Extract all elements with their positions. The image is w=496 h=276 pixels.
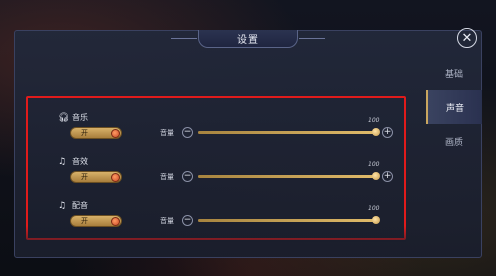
sfx-volume-decrease-button[interactable]: − [182,171,193,182]
voice-volume-thumb[interactable] [372,216,380,224]
tab-basic[interactable]: 基础 [426,56,482,90]
minus-icon: − [183,215,192,225]
music-volume-value: 100 [368,117,380,124]
voice-row: ♫ 配音 开 音量 − 100 [28,196,406,240]
music-note-icon: ♫ [58,200,67,211]
minus-icon: − [183,171,192,181]
plus-icon: + [383,171,392,181]
voice-volume-label: 音量 [160,217,174,225]
tab-sound[interactable]: 声音 [426,90,482,124]
sfx-label: 音效 [72,157,88,166]
music-volume-fill [198,131,376,134]
voice-volume-slider[interactable] [198,216,380,224]
sfx-volume-increase-button[interactable]: + [382,171,393,182]
close-icon: ✕ [461,30,473,46]
tab-graphics-label: 画质 [444,137,463,148]
tab-sound-label: 声音 [445,103,464,114]
music-volume-thumb[interactable] [372,128,380,136]
voice-volume-fill [198,219,376,222]
sound-settings-section: 🎧︎ 音乐 开 音量 − 100 + ♫ 音效 开 音量 − 100 + ♫ 配… [26,96,406,240]
music-header: 🎧︎ 音乐 [58,112,88,123]
voice-toggle[interactable]: 开 [70,215,122,227]
music-volume-increase-button[interactable]: + [382,127,393,138]
plus-icon: + [383,127,392,137]
music-toggle-label: 开 [81,129,88,137]
minus-icon: − [183,127,192,137]
music-row: 🎧︎ 音乐 开 音量 − 100 + [28,108,406,152]
tab-basic-label: 基础 [444,69,463,80]
music-toggle-knob [111,129,120,138]
voice-label: 配音 [72,201,88,210]
sfx-volume-value: 100 [368,161,380,168]
music-toggle[interactable]: 开 [70,127,122,139]
voice-header: ♫ 配音 [58,200,88,211]
sfx-toggle-knob [111,173,120,182]
sfx-volume-label: 音量 [160,173,174,181]
sfx-volume-thumb[interactable] [372,172,380,180]
music-volume-slider[interactable] [198,128,380,136]
sfx-volume-fill [198,175,376,178]
music-volume-label: 音量 [160,129,174,137]
settings-sidebar: 基础 声音 画质 [426,56,482,216]
music-label: 音乐 [72,113,88,122]
voice-volume-value: 100 [368,205,380,212]
voice-toggle-label: 开 [81,217,88,225]
headphones-icon: 🎧︎ [58,112,70,123]
close-button[interactable]: ✕ [457,28,477,48]
sfx-volume-slider[interactable] [198,172,380,180]
sfx-header: ♫ 音效 [58,156,88,167]
voice-volume-decrease-button[interactable]: − [182,215,193,226]
voice-toggle-knob [111,217,120,226]
settings-title: 设置 [171,30,325,48]
sfx-toggle[interactable]: 开 [70,171,122,183]
music-volume-decrease-button[interactable]: − [182,127,193,138]
settings-title-text: 设置 [237,35,259,46]
music-note-icon: ♫ [58,156,67,167]
sfx-toggle-label: 开 [81,173,88,181]
sfx-row: ♫ 音效 开 音量 − 100 + [28,152,406,196]
tab-graphics[interactable]: 画质 [426,124,482,158]
